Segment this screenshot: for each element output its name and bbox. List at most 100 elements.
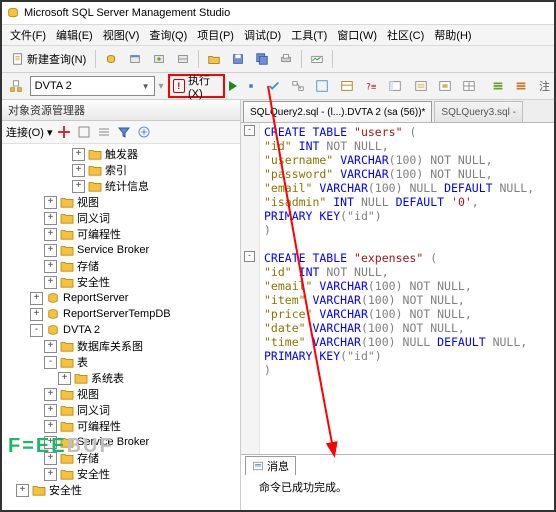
qt-debug-icon[interactable]: [241, 75, 261, 97]
tree-node[interactable]: +安全性: [2, 466, 240, 482]
menubar: 文件(F) 编辑(E) 视图(V) 查询(Q) 项目(P) 调试(D) 工具(T…: [2, 25, 554, 46]
menu-debug[interactable]: 调试(D): [240, 25, 285, 45]
tab-inactive[interactable]: SQLQuery3.sql -: [434, 101, 522, 122]
menu-query[interactable]: 查询(Q): [145, 25, 191, 45]
tree-node[interactable]: -DVTA 2: [2, 322, 240, 338]
tb-icon-4[interactable]: [172, 48, 194, 70]
fold-glyph-icon[interactable]: -: [244, 125, 255, 136]
messages-tab[interactable]: 消息: [245, 456, 296, 475]
qt-grp2-icon[interactable]: ?≡: [360, 75, 382, 97]
tree-node[interactable]: +索引: [2, 162, 240, 178]
folder-icon: [74, 372, 88, 384]
tree-node-label: 索引: [105, 162, 127, 178]
run-triangle-icon[interactable]: [229, 81, 237, 91]
tree-node[interactable]: +ReportServerTempDB: [2, 306, 240, 322]
oe-filter-icon[interactable]: [116, 124, 132, 140]
tree-node[interactable]: +统计信息: [2, 178, 240, 194]
oe-ic2-icon[interactable]: [76, 124, 92, 140]
menu-community[interactable]: 社区(C): [383, 25, 428, 45]
app-title: Microsoft SQL Server Management Studio: [24, 7, 230, 19]
qt-g2c-icon[interactable]: [458, 75, 480, 97]
tree-node[interactable]: +数据库关系图: [2, 338, 240, 354]
tree-node-label: 安全性: [77, 274, 110, 290]
tree-node-label: 触发器: [105, 146, 138, 162]
qt-grp1-icon[interactable]: [336, 75, 358, 97]
tb-print-icon[interactable]: [275, 48, 297, 70]
sql-code[interactable]: CREATE TABLE "users" ( "id" INT NOT NULL…: [260, 123, 554, 454]
tree-node[interactable]: +视图: [2, 194, 240, 210]
sql-editor[interactable]: - - CREATE TABLE "users" ( "id" INT NOT …: [241, 123, 554, 454]
qt-g2b-icon[interactable]: [434, 75, 456, 97]
folder-icon: [60, 276, 74, 288]
tree-node[interactable]: -表: [2, 354, 240, 370]
folder-icon: [60, 452, 74, 464]
folder-icon: [60, 244, 74, 256]
qt-icon-a[interactable]: [6, 75, 26, 97]
tree-node[interactable]: +Service Broker: [2, 242, 240, 258]
qt-comment-icon[interactable]: [488, 75, 508, 97]
oe-refresh-icon[interactable]: [56, 124, 72, 140]
qt-plan-icon[interactable]: [288, 75, 308, 97]
tb-icon-1[interactable]: [100, 48, 122, 70]
tb-activity-icon[interactable]: [306, 48, 328, 70]
tree-node-label: ReportServerTempDB: [63, 308, 171, 320]
menu-window[interactable]: 窗口(W): [333, 25, 381, 45]
menu-file[interactable]: 文件(F): [6, 25, 50, 45]
messages-body: 命令已成功完成。: [241, 475, 554, 510]
tb-icon-3[interactable]: [148, 48, 170, 70]
folder-icon: [60, 212, 74, 224]
messages-tab-label: 消息: [267, 458, 289, 474]
qt-grp3-icon[interactable]: [384, 75, 406, 97]
tree-node[interactable]: +触发器: [2, 146, 240, 162]
editor-gutter: - -: [241, 123, 260, 454]
oe-ic3-icon[interactable]: [96, 124, 112, 140]
menu-project[interactable]: 项目(P): [193, 25, 238, 45]
menu-edit[interactable]: 编辑(E): [52, 25, 97, 45]
tree-node[interactable]: +可编程性: [2, 226, 240, 242]
menu-help[interactable]: 帮助(H): [430, 25, 475, 45]
fold-glyph-icon[interactable]: -: [244, 251, 255, 262]
tb-open-icon[interactable]: [203, 48, 225, 70]
svg-text:?≡: ?≡: [365, 83, 376, 93]
editor-pane: SQLQuery2.sql - (l...).DVTA 2 (sa (56))*…: [241, 100, 554, 510]
folder-icon: [60, 260, 74, 272]
folder-icon: [60, 388, 74, 400]
menu-view[interactable]: 视图(V): [99, 25, 144, 45]
tab-active[interactable]: SQLQuery2.sql - (l...).DVTA 2 (sa (56))*: [243, 101, 432, 122]
folder-icon: [88, 148, 102, 160]
query-toolbar: DVTA 2 ▼ ▾ ! 执行(X) ?≡ 注: [2, 73, 554, 100]
connect-button[interactable]: 连接(O) ▾: [6, 124, 52, 140]
qt-g2a-icon[interactable]: [410, 75, 432, 97]
qt-parse-icon[interactable]: [265, 75, 285, 97]
tree-node[interactable]: +安全性: [2, 482, 240, 498]
qt-uncomment-icon[interactable]: [511, 75, 531, 97]
app-logo-icon: [6, 6, 20, 20]
menu-tools[interactable]: 工具(T): [287, 25, 331, 45]
tree-node[interactable]: +安全性: [2, 274, 240, 290]
tree-node[interactable]: +Service Broker: [2, 434, 240, 450]
execute-button[interactable]: ! 执行(X): [168, 74, 225, 98]
tree-node[interactable]: +系统表: [2, 370, 240, 386]
object-tree[interactable]: +触发器+索引+统计信息+视图+同义词+可编程性+Service Broker+…: [2, 144, 240, 510]
tree-node-label: 表: [77, 354, 88, 370]
new-query-label: 新建查询(N): [27, 51, 86, 67]
tree-node-label: 存储: [77, 450, 99, 466]
tree-node[interactable]: +视图: [2, 386, 240, 402]
folder-icon: [88, 164, 102, 176]
messages-pane: 消息 命令已成功完成。: [241, 454, 554, 510]
folder-icon: [60, 228, 74, 240]
tree-node[interactable]: +同义词: [2, 402, 240, 418]
tb-save-icon[interactable]: [227, 48, 249, 70]
database-select[interactable]: DVTA 2 ▼: [30, 76, 155, 96]
tree-node[interactable]: +同义词: [2, 210, 240, 226]
oe-ic5-icon[interactable]: [136, 124, 152, 140]
tree-node[interactable]: +可编程性: [2, 418, 240, 434]
tree-node[interactable]: +ReportServer: [2, 290, 240, 306]
database-select-value: DVTA 2: [35, 80, 72, 92]
qt-outline-icon[interactable]: [312, 75, 332, 97]
tb-icon-2[interactable]: [124, 48, 146, 70]
tree-node[interactable]: +存储: [2, 258, 240, 274]
tb-saveall-icon[interactable]: [251, 48, 273, 70]
new-query-button[interactable]: 新建查询(N): [6, 48, 91, 70]
tree-node[interactable]: +存储: [2, 450, 240, 466]
